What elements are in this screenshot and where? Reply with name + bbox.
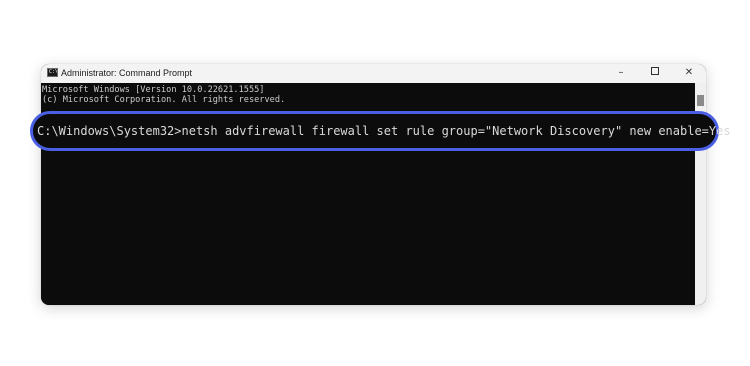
title-bar[interactable]: C:\ Administrator: Command Prompt – ✕: [41, 64, 706, 83]
highlighted-command-callout: C:\Windows\System32>netsh advfirewall fi…: [30, 111, 731, 151]
window-title: Administrator: Command Prompt: [61, 68, 193, 78]
close-icon: ✕: [684, 67, 694, 78]
command-prompt-icon: C:\: [47, 68, 58, 77]
minimize-icon: –: [618, 67, 624, 78]
maximize-icon: [651, 67, 659, 75]
command-input-line[interactable]: C:\Windows\System32>netsh advfirewall fi…: [37, 122, 731, 140]
minimize-button[interactable]: –: [604, 64, 638, 83]
close-button[interactable]: ✕: [672, 64, 706, 83]
maximize-button[interactable]: [638, 64, 672, 83]
console-line-copyright: (c) Microsoft Corporation. All rights re…: [42, 95, 286, 105]
command-prompt-window: C:\ Administrator: Command Prompt – ✕ Mi…: [41, 64, 706, 305]
scrollbar-thumb[interactable]: [697, 95, 704, 106]
